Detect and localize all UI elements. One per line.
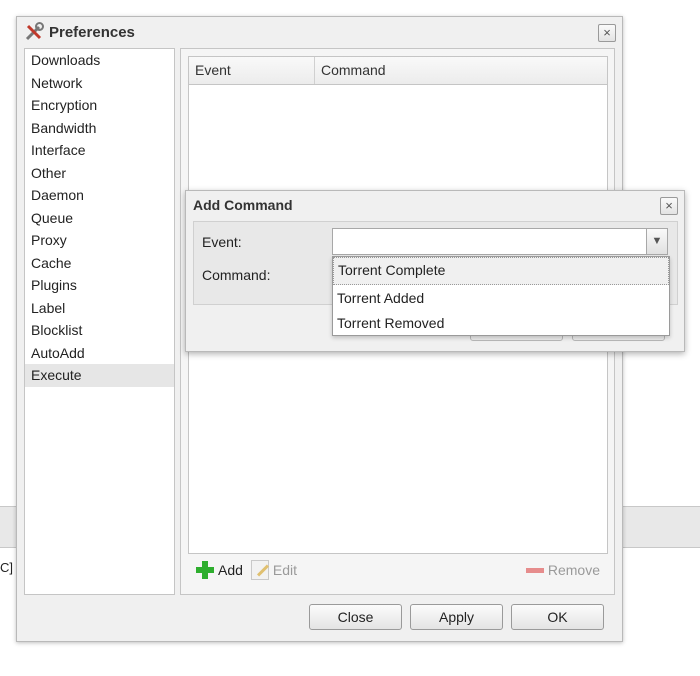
- sidebar-item-other[interactable]: Other: [25, 162, 174, 185]
- dropdown-option-torrent-added[interactable]: Torrent Added: [333, 285, 669, 311]
- sidebar-item-execute[interactable]: Execute: [25, 364, 174, 387]
- sidebar-item-downloads[interactable]: Downloads: [25, 49, 174, 72]
- window-title: Preferences: [49, 24, 135, 41]
- background-toolbar-right: [621, 506, 700, 548]
- wrench-screwdriver-icon: [25, 22, 44, 41]
- sidebar-item-label[interactable]: Label: [25, 297, 174, 320]
- sidebar-item-blocklist[interactable]: Blocklist: [25, 319, 174, 342]
- chevron-down-icon[interactable]: ▼: [647, 228, 668, 255]
- sidebar-item-cache[interactable]: Cache: [25, 252, 174, 275]
- remove-button[interactable]: Remove: [525, 562, 600, 578]
- event-label: Event:: [202, 234, 242, 250]
- event-dropdown-list: Torrent Complete Torrent Added Torrent R…: [332, 256, 670, 336]
- command-label: Command:: [202, 267, 271, 283]
- minus-icon: [525, 567, 544, 573]
- dropdown-option-torrent-removed[interactable]: Torrent Removed: [333, 310, 669, 336]
- sidebar-item-proxy[interactable]: Proxy: [25, 229, 174, 252]
- remove-label: Remove: [547, 562, 600, 578]
- edit-icon: [250, 560, 269, 580]
- window-header[interactable]: Preferences ×: [17, 17, 622, 47]
- grid-toolbar: Add Edit Remove: [188, 554, 606, 586]
- grid-header: Event Command: [189, 57, 607, 85]
- column-header-command[interactable]: Command: [315, 57, 386, 84]
- event-combobox[interactable]: [332, 228, 647, 255]
- sidebar-item-interface[interactable]: Interface: [25, 139, 174, 162]
- background-text-fragment: C]: [0, 560, 13, 575]
- add-button[interactable]: Add: [196, 561, 243, 579]
- sidebar-item-daemon[interactable]: Daemon: [25, 184, 174, 207]
- sidebar-item-encryption[interactable]: Encryption: [25, 94, 174, 117]
- ok-button[interactable]: OK: [511, 604, 604, 630]
- apply-button[interactable]: Apply: [410, 604, 503, 630]
- edit-button[interactable]: Edit: [250, 560, 298, 580]
- sidebar-item-bandwidth[interactable]: Bandwidth: [25, 117, 174, 140]
- edit-label: Edit: [272, 562, 298, 578]
- dropdown-option-torrent-complete[interactable]: Torrent Complete: [333, 257, 669, 285]
- close-button[interactable]: Close: [309, 604, 402, 630]
- add-label: Add: [218, 562, 243, 578]
- column-header-event[interactable]: Event: [189, 57, 315, 84]
- sidebar-item-plugins[interactable]: Plugins: [25, 274, 174, 297]
- dialog-title: Add Command: [193, 197, 293, 213]
- preferences-category-list: Downloads Network Encryption Bandwidth I…: [24, 48, 175, 595]
- window-footer: Close Apply OK: [309, 604, 604, 630]
- sidebar-item-network[interactable]: Network: [25, 72, 174, 95]
- plus-icon: [196, 561, 214, 579]
- sidebar-item-autoadd[interactable]: AutoAdd: [25, 342, 174, 365]
- dialog-close-button[interactable]: ×: [660, 197, 678, 215]
- sidebar-item-queue[interactable]: Queue: [25, 207, 174, 230]
- window-close-button[interactable]: ×: [598, 24, 616, 42]
